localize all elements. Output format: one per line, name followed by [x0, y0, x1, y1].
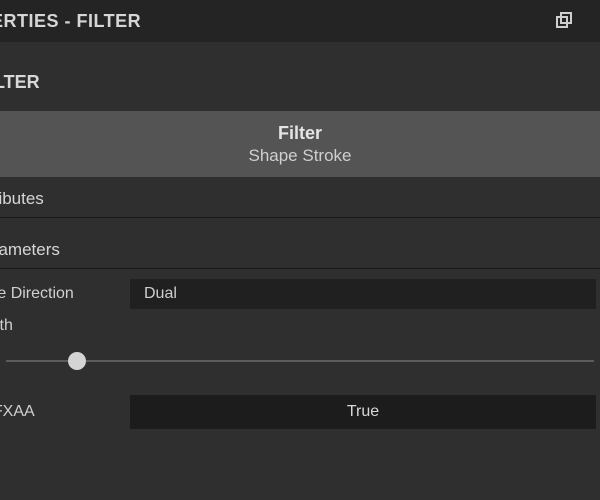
popout-icon[interactable] [556, 12, 574, 30]
panel-title: PROPERTIES - FILTER [0, 11, 141, 32]
param-row-stroke-direction: Stroke Direction Dual [0, 275, 600, 313]
use-fxaa-toggle[interactable]: True [130, 395, 596, 429]
param-row-width: Width [0, 313, 600, 373]
stroke-direction-dropdown[interactable]: Dual [130, 279, 596, 309]
slider-track-line [6, 360, 594, 362]
properties-panel: PROPERTIES - FILTER FILTER Filter Shape … [0, 0, 600, 500]
parameters-region: Stroke Direction Dual Width Use FXAA Tru… [0, 269, 600, 431]
stroke-direction-value: Dual [144, 285, 177, 303]
width-slider[interactable] [6, 349, 594, 373]
width-label: Width [0, 317, 600, 349]
filter-subheading: Shape Stroke [248, 146, 351, 166]
param-row-use-fxaa: Use FXAA True [0, 393, 600, 431]
attributes-section-label[interactable]: Attributes [0, 177, 600, 217]
breadcrumb[interactable]: FILTER [0, 42, 600, 111]
filter-heading: Filter [278, 123, 322, 144]
use-fxaa-label: Use FXAA [0, 403, 130, 421]
filter-header-band[interactable]: Filter Shape Stroke [0, 111, 600, 177]
use-fxaa-value: True [347, 403, 379, 421]
slider-thumb[interactable] [68, 352, 86, 370]
panel-body: FILTER Filter Shape Stroke Attributes Pa… [0, 42, 600, 431]
stroke-direction-label: Stroke Direction [0, 285, 130, 303]
titlebar: PROPERTIES - FILTER [0, 0, 600, 42]
parameters-section-label[interactable]: Parameters [0, 228, 600, 268]
